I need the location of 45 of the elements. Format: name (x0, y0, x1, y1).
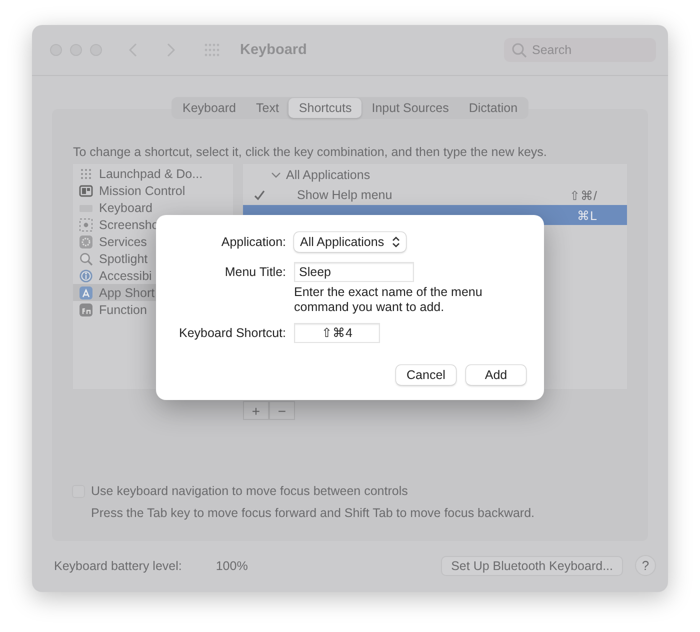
battery-value: 100% (216, 558, 248, 572)
list-button[interactable]: + (243, 401, 269, 420)
gear-icon (79, 234, 93, 248)
category-item[interactable]: Mission Control (73, 182, 233, 199)
hint-text: Enter the exact name of the menu command you want to add. (294, 285, 484, 315)
checkbox-label: Use keyboard navigation to move focus between controls (91, 484, 408, 498)
grid-icon (79, 166, 93, 180)
battery-label: Keyboard battery level: (54, 558, 182, 572)
group-row[interactable]: All Applications (243, 165, 627, 185)
accessibility-icon (79, 268, 93, 282)
search-icon (511, 42, 527, 58)
application-select[interactable]: All Applications (294, 232, 406, 252)
tab[interactable]: Keyboard (172, 98, 246, 118)
app-store-icon (79, 286, 93, 300)
category-item[interactable]: Keyboard (73, 199, 233, 216)
field-label: Application: (220, 235, 286, 249)
shortcut-field[interactable]: ⇧⌘4 (294, 323, 380, 343)
category-item[interactable]: Launchpad & Do... (73, 165, 233, 182)
menu-title-field[interactable]: Sleep (294, 262, 414, 282)
fn-key-icon (79, 302, 93, 316)
category-item[interactable]: Function (73, 301, 233, 318)
windows-icon (79, 184, 93, 198)
hint-text: Press the Tab key to move focus forward and Shift Tab to move focus backward. (91, 506, 536, 520)
bluetooth-setup-button[interactable]: Set Up Bluetooth Keyboard... (441, 556, 623, 576)
dialog-button[interactable]: Add (466, 365, 526, 385)
shortcut-row[interactable]: Show Help menu ⇧⌘/ (243, 185, 627, 205)
screenshot-icon (79, 218, 93, 232)
tab[interactable]: Dictation (458, 98, 528, 118)
search-field[interactable]: Search (504, 38, 656, 62)
category-item[interactable]: Screensho (73, 216, 233, 233)
category-item[interactable]: Spotlight (73, 250, 233, 267)
window-title: Keyboard (240, 42, 307, 58)
field-label: Menu Title: (224, 265, 286, 279)
up-down-arrows-icon (392, 236, 400, 248)
list-button[interactable]: − (269, 401, 295, 420)
magnifier-icon (79, 252, 93, 266)
grid-icon[interactable] (204, 43, 222, 57)
tab[interactable]: Shortcuts (288, 98, 362, 118)
instruction-text: To change a shortcut, select it, click the key combination, and then type the new keys. (73, 145, 548, 159)
tab[interactable]: Text (246, 98, 289, 118)
help-button[interactable]: ? (635, 555, 656, 576)
tab[interactable]: Input Sources (362, 98, 459, 118)
checkmark-icon[interactable] (253, 188, 266, 202)
dialog-button[interactable]: Cancel (396, 365, 456, 385)
field-label: Keyboard Shortcut: (178, 326, 286, 340)
